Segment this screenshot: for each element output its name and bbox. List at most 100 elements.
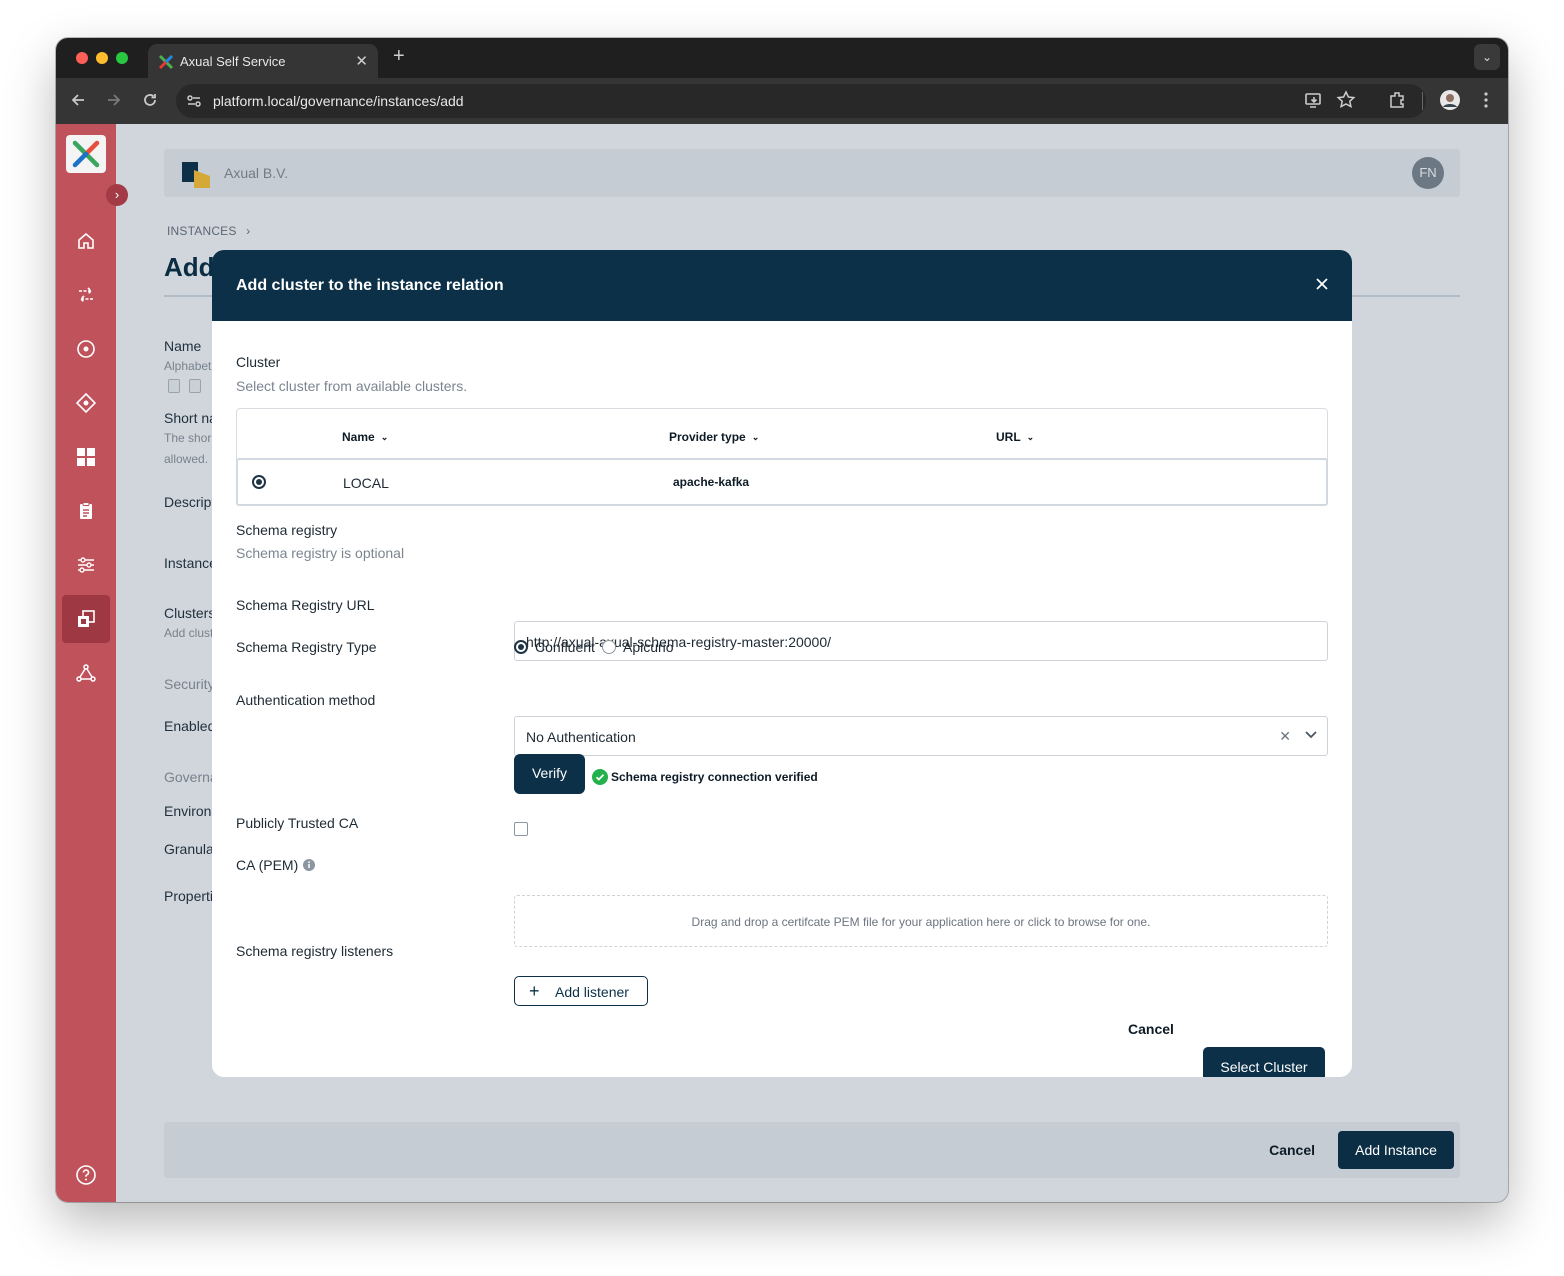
ca-pem-dropzone[interactable]: Drag and drop a certifcate PEM file for … <box>514 895 1328 947</box>
sidebar-item-applications[interactable] <box>62 325 110 373</box>
tab-close-icon[interactable]: ✕ <box>355 52 368 70</box>
close-icon[interactable] <box>1314 276 1330 292</box>
chevron-right-icon: › <box>246 224 251 238</box>
column-header-name[interactable]: Name ⌄ <box>342 430 388 444</box>
axual-logo-icon <box>158 54 174 70</box>
add-listener-button[interactable]: + Add listener <box>514 976 648 1006</box>
sidebar-item-topology[interactable] <box>62 649 110 697</box>
dropzone-hint: Drag and drop a certifcate PEM file for … <box>691 915 1151 929</box>
schema-section-title: Schema registry <box>236 522 338 538</box>
cluster-table: Name ⌄ Provider type ⌄ URL ⌄ LOCAL apache-k… <box>236 408 1328 506</box>
cluster-provider-cell: apache-kafka <box>673 475 750 489</box>
bg-clusters-hint: Add clust <box>164 626 214 640</box>
sidebar-item-requests[interactable] <box>62 487 110 535</box>
minimize-window-button[interactable] <box>96 52 108 64</box>
axual-logo-icon <box>72 140 100 168</box>
schema-section-subtitle: Schema registry is optional <box>236 545 405 561</box>
app-sidebar: › <box>56 124 128 1202</box>
bg-name-hint: Alphabet <box>164 359 212 373</box>
sliders-icon <box>78 557 94 573</box>
clear-icon[interactable]: ✕ <box>1279 728 1291 745</box>
user-avatar[interactable]: FN <box>1412 157 1444 189</box>
browser-tabbar: Axual Self Service ✕ + ⌄ <box>56 38 1508 78</box>
app-logo[interactable] <box>66 135 106 173</box>
apicurio-radio-label[interactable]: Apicurio <box>623 639 674 655</box>
page-footer: Cancel Add Instance <box>164 1122 1460 1178</box>
instances-icon <box>78 610 95 627</box>
org-logo-icon <box>182 162 210 188</box>
home-icon <box>78 232 94 249</box>
extensions-icon[interactable] <box>1387 90 1407 110</box>
bg-short-label: Short na <box>164 410 217 426</box>
page-title: Add <box>164 252 215 282</box>
chevron-down-icon[interactable] <box>1305 731 1317 739</box>
tab-search-icon[interactable]: ⌄ <box>1474 44 1500 70</box>
verification-status: Schema registry connection verified <box>611 770 818 784</box>
swap-arrows-icon <box>79 287 93 303</box>
browser-tab[interactable]: Axual Self Service ✕ <box>148 44 378 78</box>
sidebar-item-settings[interactable] <box>62 541 110 589</box>
footer-cancel-button[interactable]: Cancel <box>1269 1142 1315 1158</box>
grid-icon <box>77 448 95 466</box>
bg-name-label: Name <box>164 338 202 354</box>
target-icon <box>77 340 95 358</box>
sidebar-item-dashboard[interactable] <box>62 433 110 481</box>
select-cluster-button[interactable]: Select Cluster <box>1203 1047 1325 1077</box>
bg-description-label: Descript <box>164 494 216 510</box>
ca-pem-label: CA (PEM) <box>236 857 299 873</box>
bg-enabled-label: Enabled <box>164 718 216 734</box>
check-circle-icon <box>592 769 608 785</box>
maximize-window-button[interactable] <box>116 52 128 64</box>
bookmark-star-icon[interactable] <box>1336 90 1356 110</box>
sidebar-expand-button[interactable]: › <box>106 184 128 206</box>
schema-url-label: Schema Registry URL <box>236 597 375 613</box>
confluent-radio[interactable] <box>514 640 528 654</box>
help-icon[interactable] <box>75 1164 97 1186</box>
modal-cancel-button[interactable]: Cancel <box>1128 1021 1174 1037</box>
browser-menu-icon[interactable] <box>1476 90 1496 110</box>
toolbar-divider <box>1422 92 1423 110</box>
sidebar-item-instances[interactable] <box>62 595 110 643</box>
auth-method-label: Authentication method <box>236 692 376 708</box>
site-settings-icon[interactable] <box>186 93 202 109</box>
bg-granularity-label: Granula <box>164 841 214 857</box>
table-row[interactable]: LOCAL apache-kafka <box>236 458 1328 506</box>
bg-short-hint-2: allowed. <box>164 452 209 466</box>
close-window-button[interactable] <box>76 52 88 64</box>
install-app-icon[interactable] <box>1304 90 1324 110</box>
bg-key-underscore <box>168 379 180 393</box>
bg-governance-heading: Governa <box>164 769 218 785</box>
confluent-radio-label[interactable]: Confluent <box>535 639 595 655</box>
add-instance-button[interactable]: Add Instance <box>1338 1131 1454 1169</box>
back-icon[interactable] <box>70 92 86 108</box>
profile-avatar-icon[interactable] <box>1440 90 1460 110</box>
sidebar-item-schemas[interactable] <box>62 379 110 427</box>
listeners-label: Schema registry listeners <box>236 943 394 959</box>
new-tab-button[interactable]: + <box>393 45 405 68</box>
cluster-section-subtitle: Select cluster from available clusters. <box>236 378 468 394</box>
network-icon <box>76 664 96 682</box>
breadcrumb-instances[interactable]: INSTANCES <box>167 224 237 238</box>
chevron-down-icon: ⌄ <box>1026 432 1035 442</box>
diamond-icon <box>76 393 96 413</box>
trusted-ca-checkbox[interactable] <box>514 822 528 836</box>
verify-button[interactable]: Verify <box>514 754 585 794</box>
reload-icon[interactable] <box>142 92 158 108</box>
auth-method-select[interactable]: No Authentication ✕ <box>514 716 1328 756</box>
bg-properties-label: Properti <box>164 888 214 904</box>
bg-instance-label: Instance <box>164 555 217 571</box>
apicurio-radio[interactable] <box>602 640 616 654</box>
tab-title: Axual Self Service <box>180 54 286 69</box>
breadcrumb[interactable]: INSTANCES › <box>167 224 250 238</box>
browser-toolbar: platform.local/governance/instances/add <box>56 78 1508 124</box>
sidebar-item-streams[interactable] <box>62 271 110 319</box>
modal-title: Add cluster to the instance relation <box>236 277 504 294</box>
column-header-url[interactable]: URL ⌄ <box>996 430 1034 444</box>
info-icon[interactable] <box>303 859 315 871</box>
trusted-ca-label: Publicly Trusted CA <box>236 815 359 831</box>
row-select-radio[interactable] <box>252 475 266 489</box>
address-bar[interactable]: platform.local/governance/instances/add <box>176 84 1426 118</box>
forward-icon[interactable] <box>106 92 122 108</box>
column-header-provider-type[interactable]: Provider type ⌄ <box>669 430 759 444</box>
sidebar-item-home[interactable] <box>62 217 110 265</box>
